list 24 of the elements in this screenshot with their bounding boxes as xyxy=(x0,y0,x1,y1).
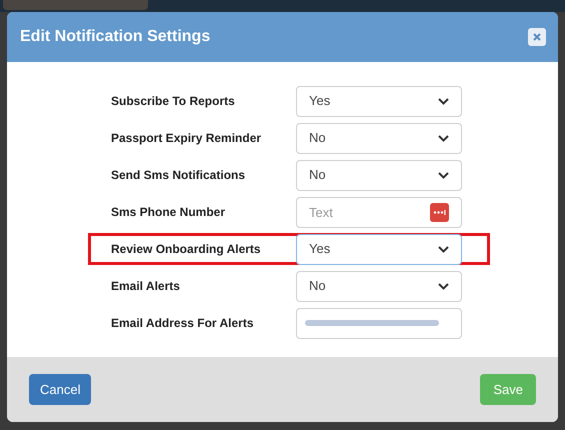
field-label: Send Sms Notifications xyxy=(111,167,246,184)
field-label: Passport Expiry Reminder xyxy=(111,130,262,147)
chevron-down-icon xyxy=(438,134,449,142)
field-label: Email Address For Alerts xyxy=(111,315,254,332)
close-button[interactable] xyxy=(528,28,546,46)
chevron-down-icon xyxy=(438,282,449,290)
select-field[interactable]: No xyxy=(296,160,462,190)
select-field[interactable]: No xyxy=(296,270,462,302)
select-field[interactable]: No xyxy=(296,122,462,154)
input-field[interactable]: Text xyxy=(296,196,462,228)
close-icon xyxy=(533,33,541,41)
chevron-down-icon xyxy=(438,98,449,104)
input-field[interactable] xyxy=(296,308,462,338)
select-field[interactable]: Yes xyxy=(296,86,462,116)
password-manager-icon[interactable] xyxy=(430,202,449,222)
dialog-title: Edit Notification Settings xyxy=(20,27,210,47)
field-label: Email Alerts xyxy=(111,278,181,295)
field-label: Review Onboarding Alerts xyxy=(111,241,262,258)
select-field[interactable]: Yes xyxy=(296,234,462,264)
field-label: Sms Phone Number xyxy=(111,204,226,221)
chevron-down-icon xyxy=(438,172,449,178)
cancel-button[interactable]: Cancel xyxy=(29,374,92,405)
chevron-down-icon xyxy=(438,246,449,252)
field-label: Subscribe To Reports xyxy=(111,93,236,110)
